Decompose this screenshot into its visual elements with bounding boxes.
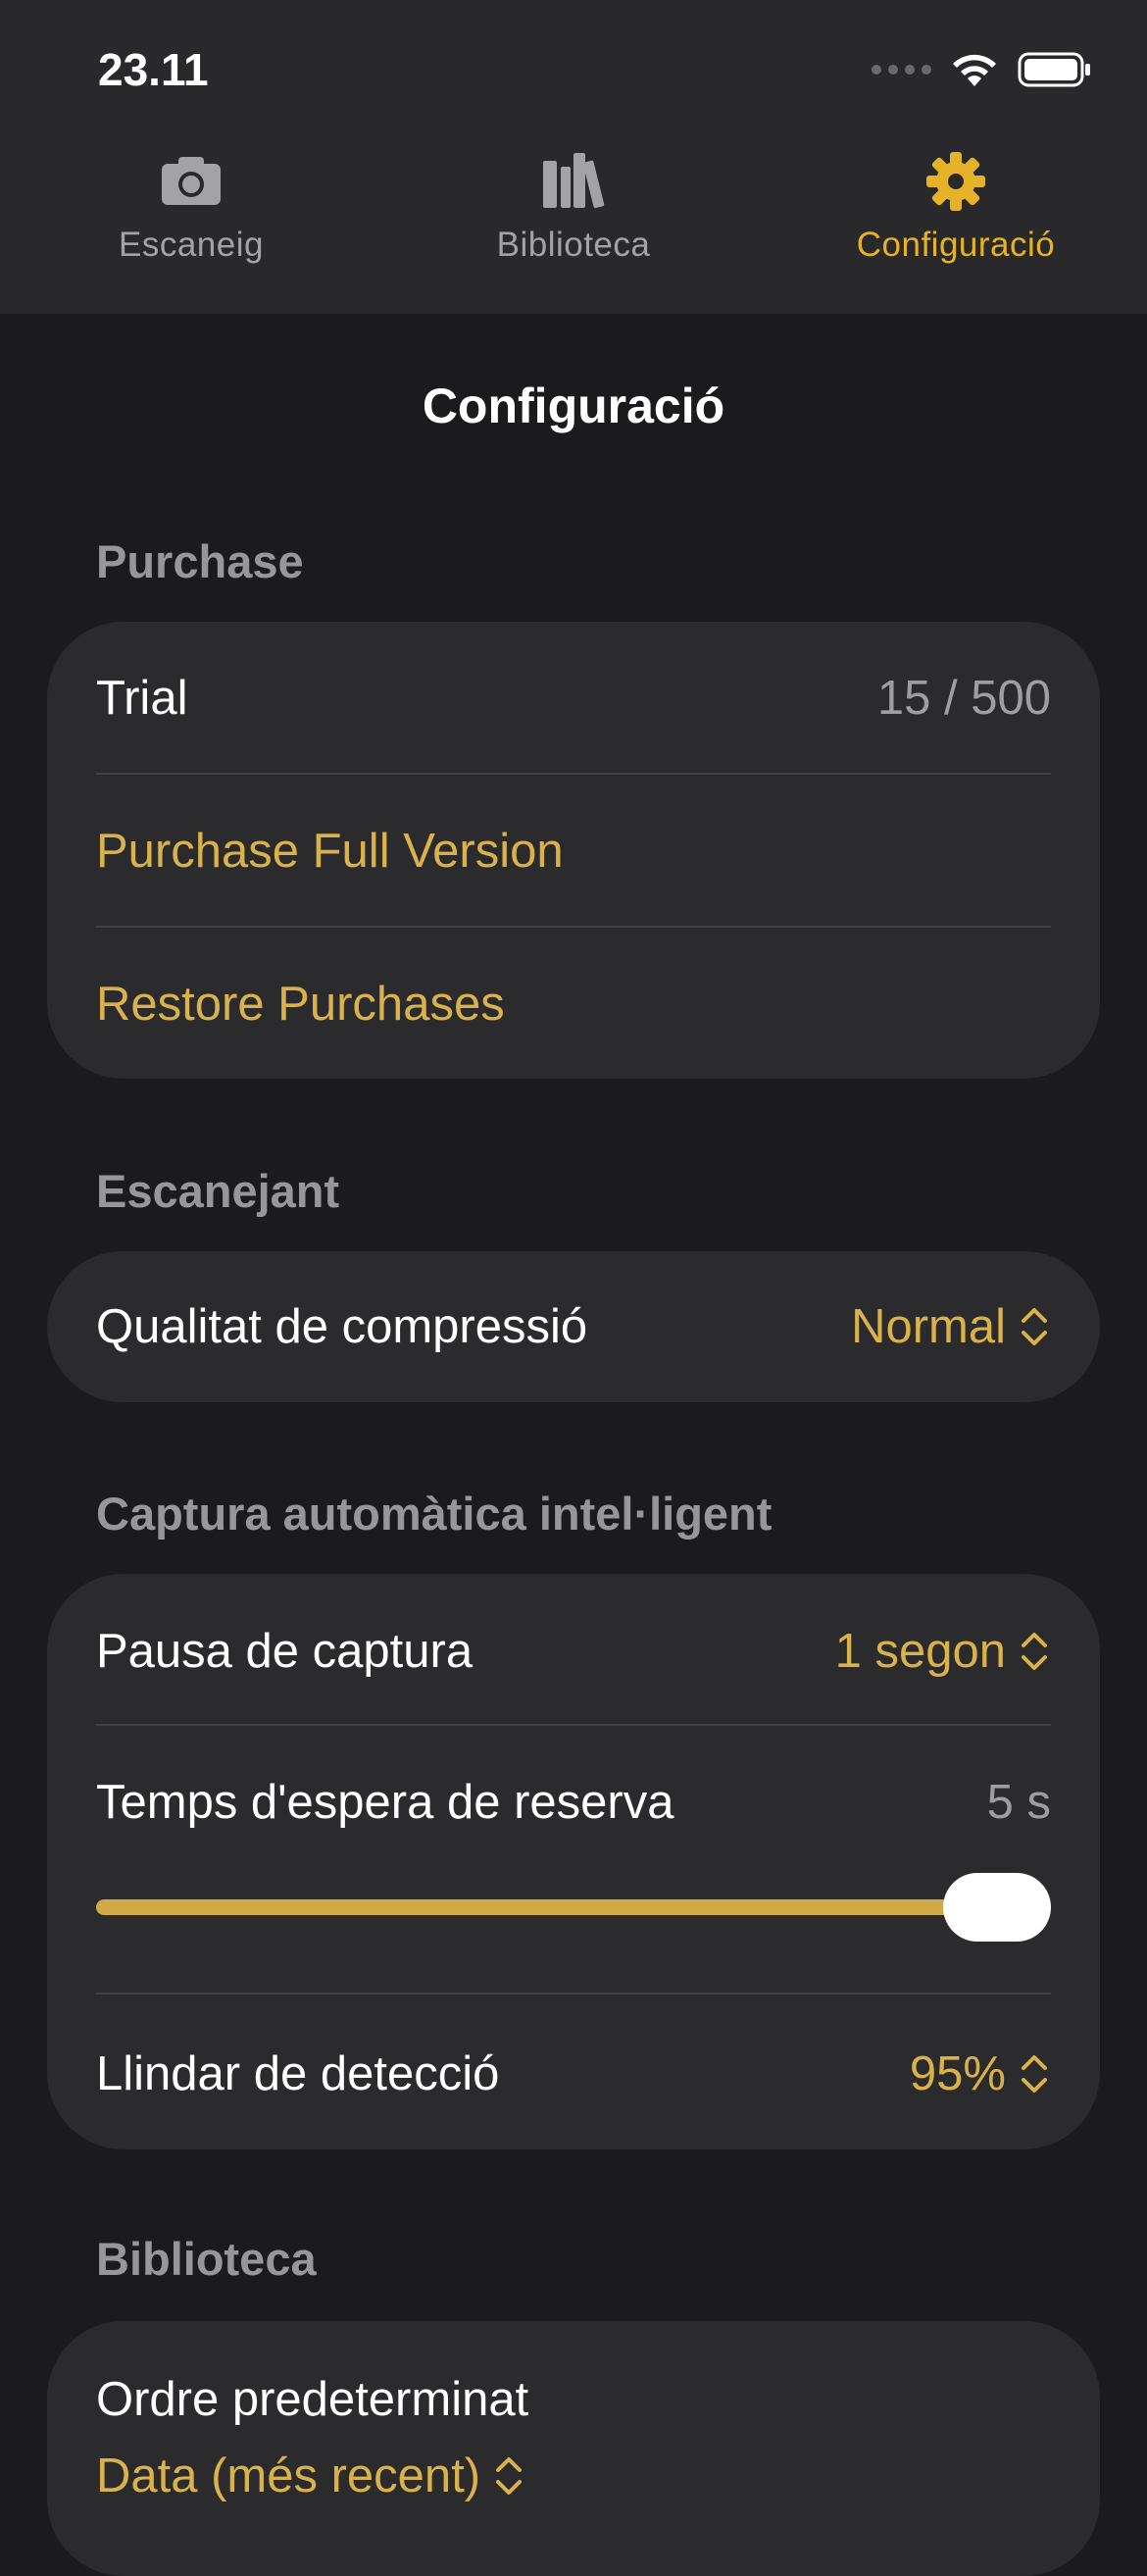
cellular-signal-icon bbox=[872, 65, 931, 75]
library-card: Ordre predeterminat Data (més recent) bbox=[47, 2321, 1100, 2576]
section-header-autocapture: Captura automàtica intel·ligent bbox=[96, 1488, 773, 1540]
trial-label: Trial bbox=[96, 672, 188, 725]
restore-purchases-button[interactable]: Restore Purchases bbox=[96, 975, 1051, 1034]
fallback-timeout-row: Temps d'espera de reserva 5 s bbox=[96, 1773, 1051, 1832]
chevron-up-down-icon bbox=[496, 2457, 523, 2495]
capture-pause-value: 1 segon bbox=[834, 1625, 1006, 1678]
default-order-value: Data (més recent) bbox=[96, 2450, 481, 2502]
tab-label: Escaneig bbox=[119, 226, 264, 264]
compression-row: Qualitat de compressió Normal bbox=[96, 1297, 1051, 1356]
restore-purchases-label: Restore Purchases bbox=[96, 978, 505, 1031]
tab-label: Configuració bbox=[856, 226, 1056, 264]
tab-configuracio[interactable]: Configuració bbox=[765, 147, 1147, 294]
fallback-timeout-slider[interactable] bbox=[96, 1873, 1051, 1942]
divider bbox=[96, 926, 1051, 928]
chevron-up-down-icon bbox=[1022, 1633, 1047, 1670]
scanning-card: Qualitat de compressió Normal bbox=[47, 1251, 1100, 1402]
fallback-timeout-label: Temps d'espera de reserva bbox=[96, 1776, 674, 1829]
default-order-picker-inner: Data (més recent) bbox=[96, 2449, 525, 2503]
autocapture-card: Pausa de captura 1 segon Temps d'espera … bbox=[47, 1574, 1100, 2149]
tab-bar: Escaneig Biblioteca Configuració bbox=[0, 147, 1147, 294]
slider-thumb[interactable] bbox=[943, 1873, 1051, 1942]
capture-pause-label: Pausa de captura bbox=[96, 1625, 474, 1678]
capture-pause-picker[interactable]: 1 segon bbox=[835, 1624, 1051, 1679]
divider bbox=[96, 1724, 1051, 1726]
detection-threshold-row: Llindar de detecció 95% bbox=[96, 2045, 1051, 2103]
detection-threshold-label: Llindar de detecció bbox=[96, 2047, 500, 2100]
trial-value: 15 / 500 bbox=[876, 672, 1051, 725]
status-icons bbox=[872, 51, 1092, 88]
fallback-timeout-value: 5 s bbox=[986, 1776, 1051, 1829]
compression-picker[interactable]: Normal bbox=[851, 1299, 1051, 1354]
trial-row: Trial 15 / 500 bbox=[96, 669, 1051, 728]
tab-biblioteca[interactable]: Biblioteca bbox=[382, 147, 765, 294]
compression-label: Qualitat de compressió bbox=[96, 1300, 588, 1353]
purchase-card: Trial 15 / 500 Purchase Full Version Res… bbox=[47, 622, 1100, 1079]
page-title: Configuració bbox=[422, 379, 725, 433]
wifi-icon bbox=[953, 54, 996, 86]
battery-icon bbox=[1018, 52, 1090, 87]
tab-escaneig[interactable]: Escaneig bbox=[0, 147, 382, 294]
purchase-full-version-label: Purchase Full Version bbox=[96, 825, 564, 878]
section-header-purchase: Purchase bbox=[96, 535, 304, 587]
compression-value: Normal bbox=[851, 1300, 1006, 1353]
divider bbox=[96, 773, 1051, 775]
section-header-library: Biblioteca bbox=[96, 2233, 317, 2285]
tab-label: Biblioteca bbox=[496, 226, 651, 264]
top-bar: 23.11 Escaneig Biblioteca Configuració bbox=[0, 0, 1147, 314]
divider bbox=[96, 1993, 1051, 1995]
default-order-label: Ordre predeterminat bbox=[96, 2373, 529, 2426]
gear-icon bbox=[926, 152, 985, 211]
library-icon bbox=[543, 153, 605, 209]
capture-pause-row: Pausa de captura 1 segon bbox=[96, 1622, 1051, 1681]
detection-threshold-picker[interactable]: 95% bbox=[910, 2046, 1051, 2101]
section-header-scanning: Escanejant bbox=[96, 1165, 340, 1217]
default-order-row: Ordre predeterminat bbox=[96, 2370, 1051, 2429]
chevron-up-down-icon bbox=[1022, 2055, 1047, 2093]
default-order-picker[interactable]: Data (més recent) bbox=[96, 2447, 1051, 2505]
camera-icon bbox=[162, 157, 221, 205]
detection-threshold-value: 95% bbox=[909, 2047, 1006, 2100]
status-time: 23.11 bbox=[98, 44, 209, 95]
purchase-full-version-button[interactable]: Purchase Full Version bbox=[96, 822, 1051, 881]
chevron-up-down-icon bbox=[1022, 1308, 1047, 1345]
